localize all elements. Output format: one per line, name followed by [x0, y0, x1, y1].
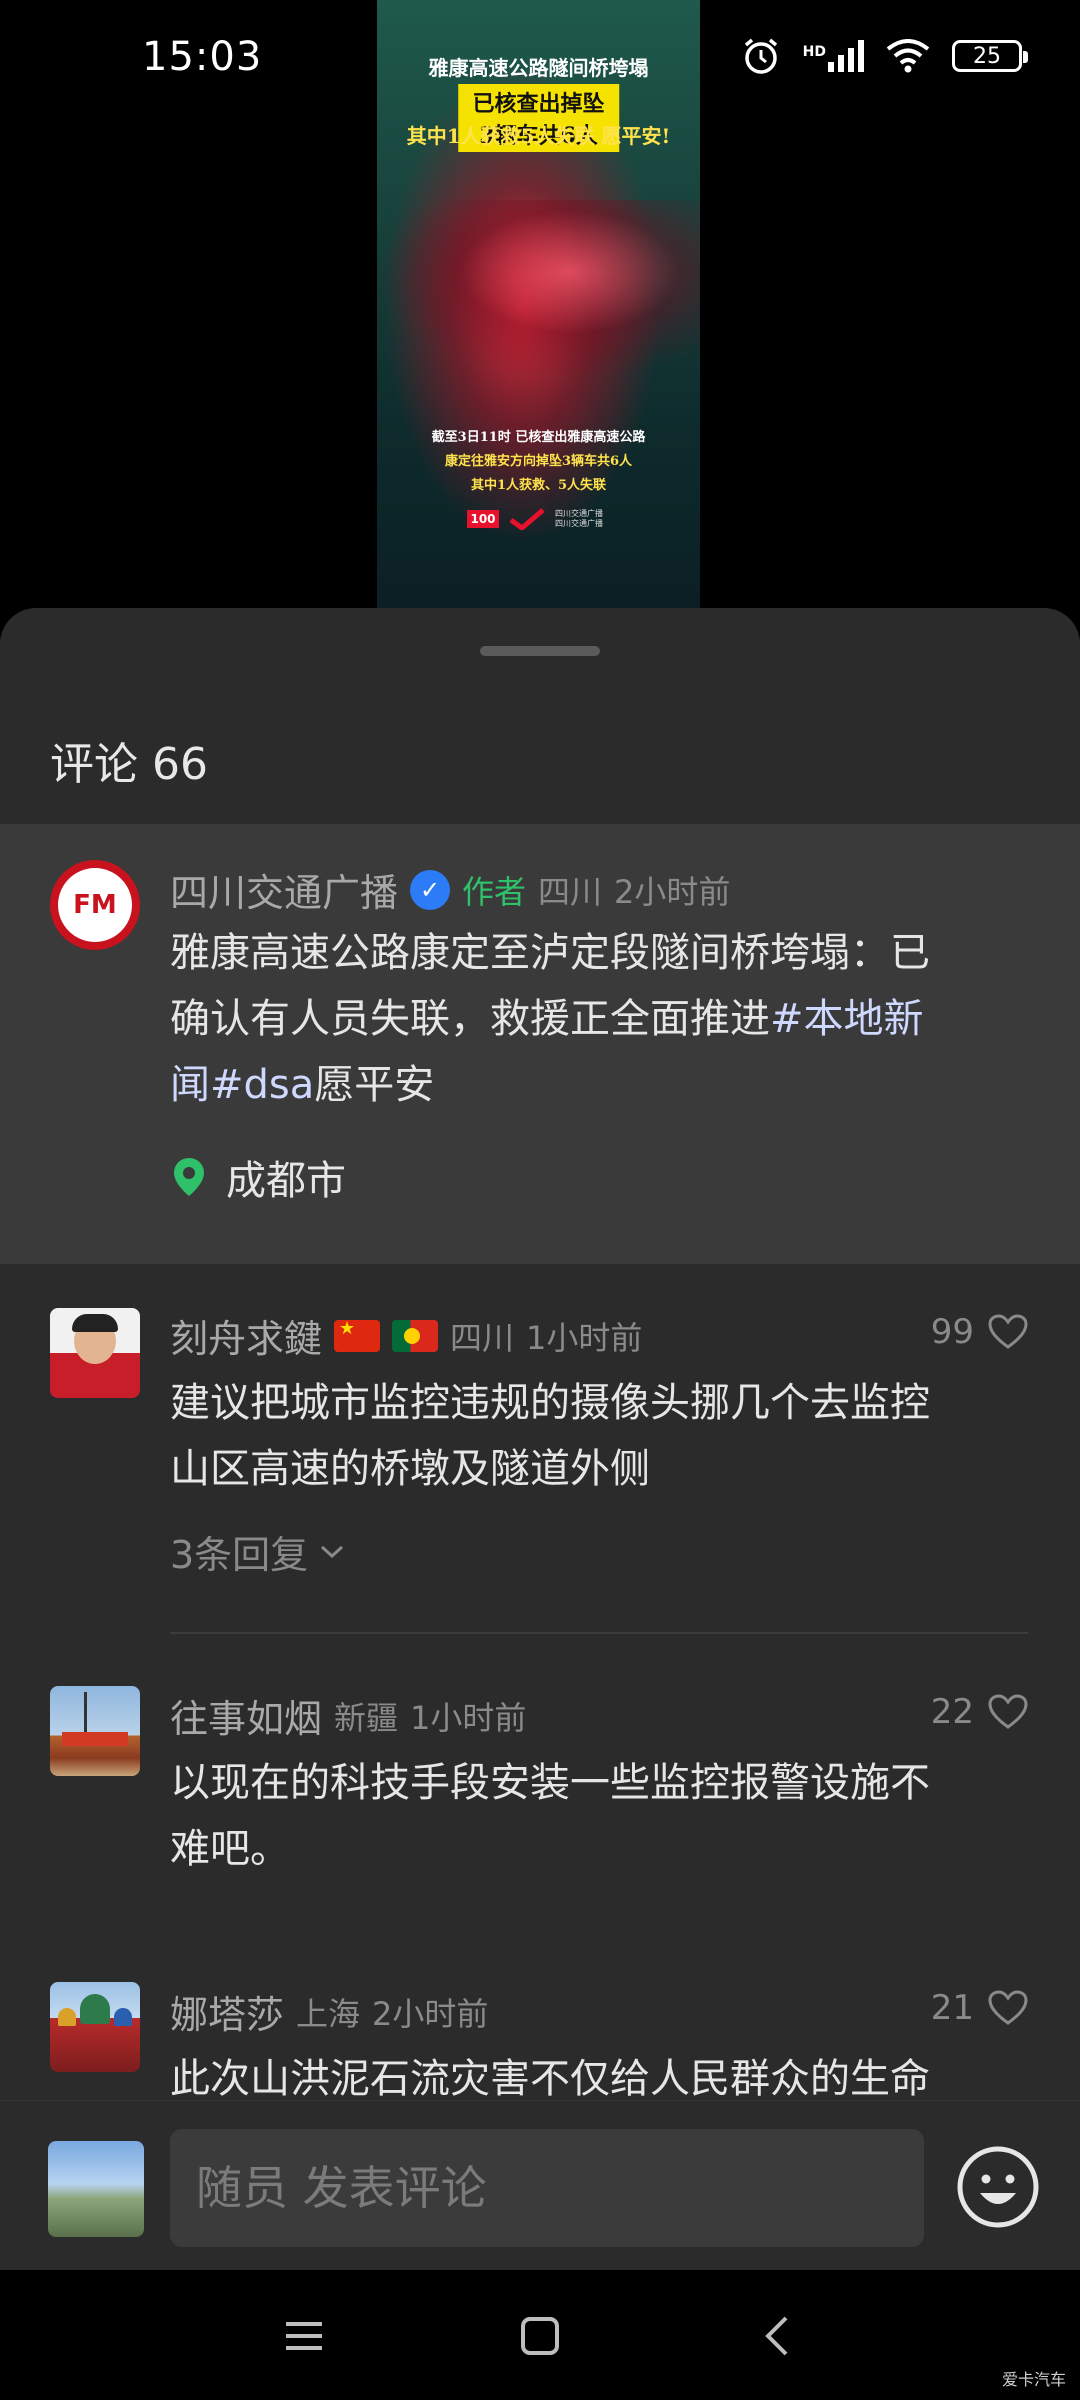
avatar[interactable]: [50, 1686, 140, 1776]
back-icon[interactable]: [756, 2314, 800, 2358]
comment-username[interactable]: 四川交通广播: [170, 862, 398, 917]
heart-icon: [988, 1990, 1028, 2025]
like-button[interactable]: 21: [931, 1988, 1028, 2028]
comment-text-line-1: 雅康高速公路康定至泸定段隧间桥垮塌：已: [170, 930, 930, 976]
location-label: 成都市: [226, 1158, 346, 1204]
comment-text-line-2: 难吧。: [170, 1826, 290, 1872]
heart-icon: [988, 1314, 1028, 1349]
avatar-flagpole: [84, 1692, 87, 1732]
comments-title: 评论 66: [50, 739, 208, 790]
like-button[interactable]: 99: [931, 1312, 1028, 1352]
avatar-hair: [72, 1314, 118, 1332]
chevron-down-icon: [321, 1545, 344, 1558]
menu-icon[interactable]: [282, 2314, 326, 2358]
pinned-author-comment[interactable]: FM 四川交通广播 ✓ 作者 四川 2小时前 雅康高速公路康定至泸定段隧间桥垮塌…: [0, 824, 1080, 1264]
comment-text-line-3: 闻#dsa愿平安: [170, 1052, 930, 1118]
comment-region: 新疆: [334, 1698, 399, 1737]
like-count: 22: [930, 1692, 974, 1732]
video-headline-3: 其中1人获救5人失联 愿平安!: [406, 124, 671, 148]
location-pin-icon: [174, 1158, 204, 1196]
comment-header: 刻舟求鍵 四川 1小时前: [170, 1308, 642, 1363]
watermark: 爱卡汽车: [1001, 2370, 1066, 2389]
battery-indicator: 25: [952, 40, 1028, 72]
avatar[interactable]: [50, 1982, 140, 2072]
logo-text: 四川交通广播 四川交通广播: [555, 509, 603, 529]
comment-time: 1小时前: [410, 1698, 527, 1737]
status-bar: 15:03 HD 25: [0, 0, 1080, 120]
comment-region: 上海: [296, 1994, 361, 2033]
comment-text: 建议把城市监控违规的摄像头挪几个去监控 山区高速的桥墩及隧道外侧: [170, 1370, 930, 1502]
video-caption-1: 截至3日11时 已核查出雅康高速公路: [431, 430, 646, 445]
alarm-icon: [744, 38, 777, 74]
portugal-flag-icon: [392, 1319, 439, 1352]
comment-time: 2小时前: [372, 1994, 489, 2033]
video-caption-2: 康定往雅安方向掉坠3辆车共6人: [444, 454, 633, 469]
comment-text-line-1: 建议把城市监控违规的摄像头挪几个去监控: [170, 1380, 930, 1426]
avatar-logo-text: FM: [73, 890, 117, 920]
logo-mark: 100: [467, 510, 499, 528]
drag-handle[interactable]: [480, 646, 600, 656]
network-type-label: HD: [802, 44, 826, 60]
comment-username[interactable]: 往事如烟: [170, 1688, 322, 1743]
comment-username[interactable]: 娜塔莎: [170, 1984, 284, 2039]
cellular-signal-icon: [828, 40, 864, 72]
heart-icon: [988, 1694, 1028, 1729]
logo-text-line-1: 四川交通广播: [555, 509, 603, 518]
comment-time: 1小时前: [526, 1318, 643, 1357]
avatar-building: [62, 1732, 128, 1746]
comments-sheet: 评论 66 FM 四川交通广播 ✓ 作者 四川 2小时前 雅康高速公路康定至泸定…: [0, 608, 1080, 2270]
author-tag: 作者: [462, 872, 527, 911]
comment-header: 四川交通广播 ✓ 作者 四川 2小时前: [170, 862, 730, 917]
like-count: 99: [930, 1312, 974, 1352]
video-caption-3: 其中1人获救、5人失联: [470, 478, 607, 493]
avatar-dome: [114, 2008, 132, 2026]
comment-text-line-2: 山区高速的桥墩及隧道外侧: [170, 1446, 650, 1492]
hashtag-link[interactable]: #本地新: [770, 996, 924, 1042]
comment-region: 四川: [538, 872, 603, 911]
comment-text: 雅康高速公路康定至泸定段隧间桥垮塌：已 确认有人员失联，救援正全面推进#本地新 …: [170, 920, 930, 1118]
comment-text-line-1: 以现在的科技手段安装一些监控报警设施不: [170, 1760, 930, 1806]
system-nav-bar: 爱卡汽车: [0, 2270, 1080, 2400]
status-time: 15:03: [142, 34, 263, 80]
comment-header: 往事如烟 新疆 1小时前: [170, 1688, 526, 1743]
emoji-icon[interactable]: [956, 2145, 1040, 2229]
avatar-dome: [58, 2008, 76, 2026]
hashtag-link[interactable]: 闻#dsa: [170, 1062, 314, 1108]
comment-input[interactable]: [170, 2129, 924, 2247]
wifi-icon: [886, 39, 930, 73]
avatar-dome: [80, 1994, 110, 2024]
divider: [170, 1632, 1028, 1634]
logo-text-line-2: 四川交通广播: [555, 519, 603, 528]
comment-input-bar: [0, 2100, 1080, 2270]
comment-region: 四川: [450, 1318, 515, 1357]
like-button[interactable]: 22: [931, 1692, 1028, 1732]
avatar[interactable]: FM: [50, 860, 140, 950]
location-tag[interactable]: 成都市: [172, 1148, 346, 1206]
like-count: 21: [930, 1988, 974, 2028]
battery-level: 25: [973, 43, 1001, 69]
comment-text-line-2: 确认有人员失联，救援正全面推进#本地新: [170, 986, 930, 1052]
comment-text: 以现在的科技手段安装一些监控报警设施不 难吧。: [170, 1750, 930, 1882]
replies-count-label: 3条回复: [170, 1533, 309, 1577]
video-scene: [377, 200, 700, 380]
avatar-logo: FM: [58, 868, 132, 942]
status-icons: HD 25: [741, 36, 1028, 76]
comment-text-segment: 愿平安: [314, 1062, 435, 1108]
comment-time: 2小时前: [614, 872, 731, 911]
video-broadcaster-logo: 100 四川交通广播 四川交通广播: [467, 508, 603, 530]
verified-badge-icon: ✓: [410, 869, 451, 910]
view-replies-button[interactable]: 3条回复: [170, 1524, 346, 1579]
my-avatar[interactable]: [48, 2141, 144, 2237]
comment-text-segment: 确认有人员失联，救援正全面推进: [170, 996, 770, 1042]
china-flag-icon: [334, 1319, 381, 1352]
comment-header: 娜塔莎 上海 2小时前: [170, 1984, 488, 2039]
avatar[interactable]: [50, 1308, 140, 1398]
home-icon[interactable]: [518, 2314, 562, 2358]
checkmark-icon: [509, 508, 545, 530]
comment-username[interactable]: 刻舟求鍵: [170, 1308, 322, 1363]
